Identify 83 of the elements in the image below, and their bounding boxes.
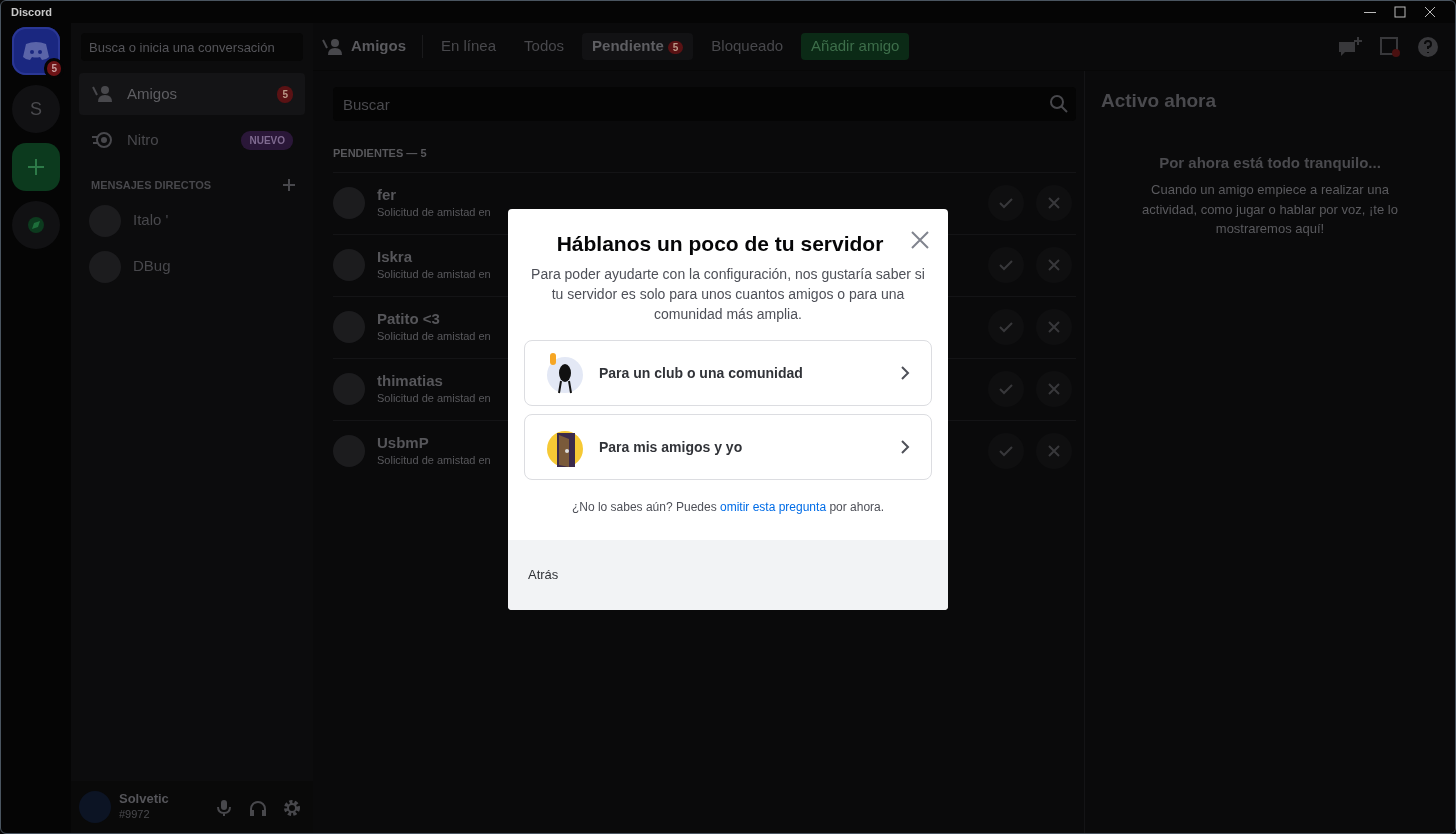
hint-text: ¿No lo sabes aún? Puedes omitir esta pregunta por ahora. xyxy=(570,499,886,517)
close-icon xyxy=(1046,319,1062,335)
option-button[interactable]: Para mis amigos y yo xyxy=(524,414,932,481)
new-message-icon[interactable] xyxy=(1337,35,1363,58)
decline-button[interactable] xyxy=(1036,185,1072,221)
notification-badge: 5 xyxy=(44,58,64,79)
new-tag: NUEVO xyxy=(241,130,293,150)
dialog-text: Para poder ayudarte con la configuración, nos gustaría saber si tu servidor es solo para unos cuantos amigos o para una comunidad más amplia. xyxy=(530,265,926,325)
tab[interactable]: En línea xyxy=(431,33,507,60)
accept-button[interactable] xyxy=(988,371,1024,407)
plus-icon xyxy=(26,157,46,177)
settings-icon[interactable] xyxy=(283,798,301,817)
chevron-right-icon xyxy=(899,439,911,456)
friend-name: Iskra xyxy=(377,247,413,266)
username: Solvetic xyxy=(119,791,170,806)
dialog-title: Háblanos un poco de tu servidor xyxy=(555,231,885,257)
decline-button[interactable] xyxy=(1036,433,1072,469)
dm-item[interactable]: DBug xyxy=(79,245,305,288)
microphone-icon[interactable] xyxy=(215,798,233,817)
user-avatar xyxy=(79,791,111,823)
nitro-icon xyxy=(91,131,113,149)
request-status: Solicitud de amistad en xyxy=(377,266,491,282)
nav-item[interactable]: Amigos 5 xyxy=(79,73,305,115)
headphones-icon[interactable] xyxy=(249,798,267,817)
decline-button[interactable] xyxy=(1036,247,1072,283)
search-icon xyxy=(1050,95,1068,113)
raised-hand-figure-icon xyxy=(545,351,585,396)
skip-link[interactable]: omitir esta pregunta xyxy=(720,500,827,515)
accept-button[interactable] xyxy=(988,185,1024,221)
close-icon xyxy=(910,229,930,250)
chevron-right-icon xyxy=(899,365,911,382)
user-tag: #9972 xyxy=(119,805,203,823)
decline-button[interactable] xyxy=(1036,371,1072,407)
server-button[interactable]: S xyxy=(12,85,60,133)
request-status: Solicitud de amistad en xyxy=(377,390,491,406)
empty-title: Por ahora está todo tranquilo... xyxy=(1158,152,1382,173)
section-heading: MENSAJES DIRECTOS xyxy=(91,178,212,193)
count-badge: 5 xyxy=(277,85,293,103)
empty-text: Cuando un amigo empiece a realizar una actividad, como jugar o hablar por voz, ¡te lo mostraremos aquí! xyxy=(1141,181,1399,238)
check-icon xyxy=(998,443,1014,459)
close-icon xyxy=(1046,443,1062,459)
check-icon xyxy=(998,257,1014,273)
nav-item[interactable]: Nitro NUEVO xyxy=(79,119,305,161)
accept-button[interactable] xyxy=(988,309,1024,345)
accept-button[interactable] xyxy=(988,247,1024,283)
window-title: Discord xyxy=(11,4,52,20)
add-server-button[interactable] xyxy=(12,143,60,191)
section-heading: PENDIENTES — 5 xyxy=(333,146,427,161)
close-icon xyxy=(1046,195,1062,211)
panel-title: Activo ahora xyxy=(1101,89,1218,113)
check-icon xyxy=(998,195,1014,211)
add-friend-button[interactable]: Añadir amigo xyxy=(801,33,910,60)
request-status: Solicitud de amistad en xyxy=(377,452,491,468)
back-button[interactable]: Atrás xyxy=(528,561,559,589)
search-field[interactable]: Buscar xyxy=(333,87,1076,121)
option-button[interactable]: Para un club o una comunidad xyxy=(524,340,932,407)
friend-name: fer xyxy=(377,185,397,204)
friend-name: UsbmP xyxy=(377,433,429,452)
check-icon xyxy=(998,381,1014,397)
request-status: Solicitud de amistad en xyxy=(377,204,491,220)
person-wave-icon xyxy=(91,85,113,103)
compass-icon xyxy=(27,216,45,234)
friend-name: thimatias xyxy=(377,371,443,390)
check-icon xyxy=(998,319,1014,335)
decline-button[interactable] xyxy=(1036,309,1072,345)
close-icon xyxy=(1046,381,1062,397)
tab[interactable]: Pendiente 5 xyxy=(582,33,694,60)
inbox-icon[interactable] xyxy=(1379,35,1401,58)
person-wave-icon xyxy=(321,37,343,56)
tab[interactable]: Bloqueado xyxy=(701,33,794,60)
friend-name: Patito <3 xyxy=(377,309,440,328)
controller-icon xyxy=(22,41,50,61)
help-icon[interactable] xyxy=(1417,35,1439,58)
minimize-icon xyxy=(1364,11,1376,13)
page-title: Amigos xyxy=(351,35,423,58)
request-status: Solicitud de amistad en xyxy=(377,328,491,344)
plus-icon[interactable] xyxy=(283,179,295,192)
dm-item[interactable]: Italo ' xyxy=(79,199,305,242)
accept-button[interactable] xyxy=(988,433,1024,469)
tab[interactable]: Todos xyxy=(514,33,575,60)
search-field[interactable]: Busca o inicia una conversación xyxy=(81,33,303,61)
close-icon xyxy=(1046,257,1062,273)
explore-button[interactable] xyxy=(12,201,60,249)
